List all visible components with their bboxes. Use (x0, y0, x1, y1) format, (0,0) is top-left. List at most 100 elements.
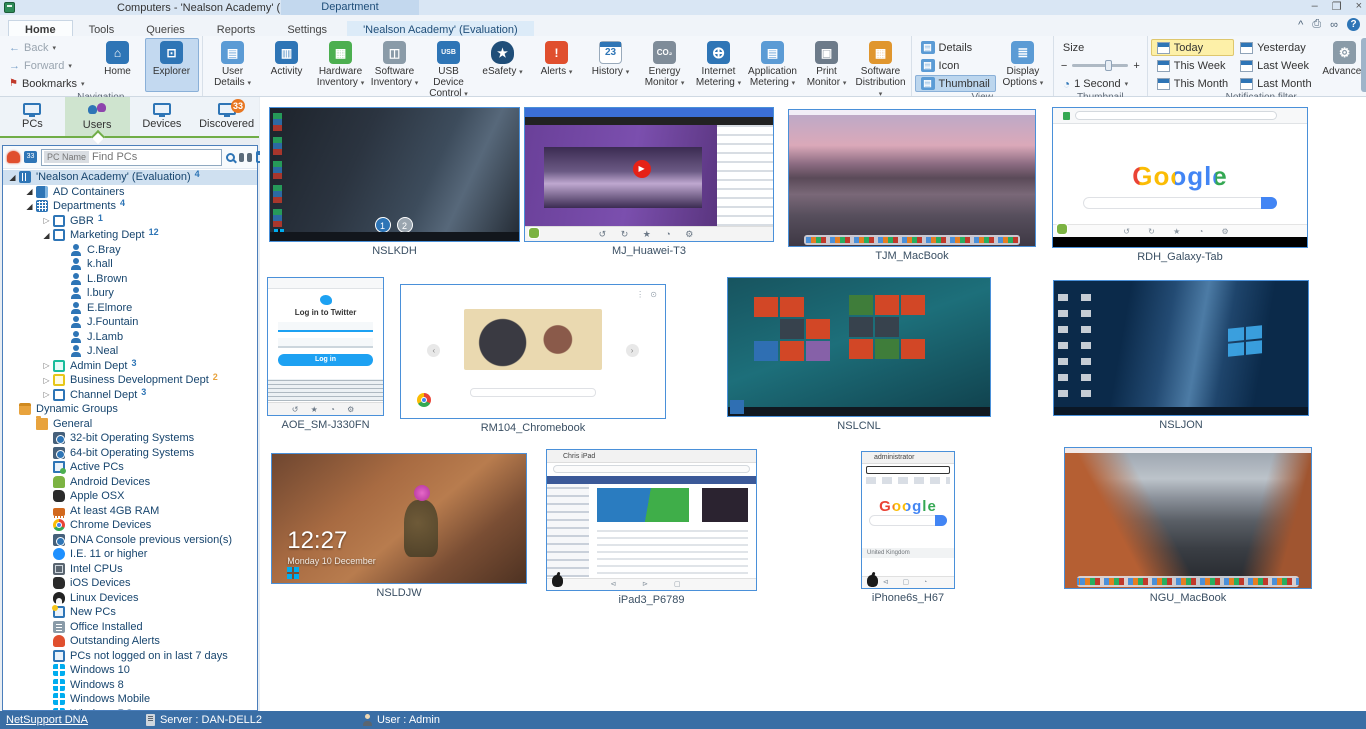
interval-dropdown[interactable]: ◔ 1 Second ▾ (1057, 75, 1144, 92)
find-pcs-field[interactable]: PC Name (41, 149, 222, 166)
ribbon-button[interactable]: ▣ Print Monitor ▾ (800, 38, 854, 102)
tree-row[interactable]: C.Bray (3, 243, 257, 258)
pc-screen-NSLDJW[interactable]: 12:27 Monday 10 December (271, 453, 527, 584)
tree-row[interactable]: AD Containers (3, 185, 257, 200)
tree-row[interactable]: Admin Dept 3 (3, 359, 257, 374)
tree-row[interactable]: Windows Mobile (3, 692, 257, 707)
date-filter-icon[interactable]: 33 (24, 151, 37, 163)
ribbon-button[interactable]: 23 History ▾ (584, 38, 638, 102)
home-button[interactable]: ⌂ Home (91, 38, 145, 92)
tree-row[interactable]: Business Development Dept 2 (3, 373, 257, 388)
view-mode-button[interactable]: ▤ Thumbnail (915, 75, 996, 92)
tree-row[interactable]: Marketing Dept 12 (3, 228, 257, 243)
tree-row[interactable]: k.hall (3, 257, 257, 272)
close-button[interactable]: × (1356, 0, 1362, 13)
tree-row[interactable]: Outstanding Alerts (3, 634, 257, 649)
ribbon-button[interactable]: ★ eSafety ▾ (476, 38, 530, 102)
back-button[interactable]: ←Back▾ (3, 39, 91, 56)
print-icon[interactable]: ⎙ (1312, 18, 1321, 31)
tree-row[interactable]: J.Neal (3, 344, 257, 359)
ribbon-button[interactable]: ▤ User Details ▾ (206, 38, 260, 102)
ribbon-button[interactable]: USB USB Device Control ▾ (422, 38, 476, 102)
pc-screen-RDH_Galaxy-Tab[interactable]: Google ↺ ↻ ★ ◔ ⚙ (1052, 107, 1308, 248)
notification-filter-button[interactable]: Last Month (1234, 75, 1317, 92)
monitor-2-badge[interactable]: 2 (397, 217, 413, 233)
notification-filter-button[interactable]: Today (1151, 39, 1234, 56)
mode-tab[interactable]: Users (65, 97, 130, 136)
size-plus-button[interactable]: + (1133, 60, 1139, 72)
expander-icon[interactable] (41, 361, 52, 370)
expander-icon[interactable] (24, 187, 35, 196)
tree-row[interactable]: New PCs (3, 605, 257, 620)
collapse-ribbon-icon[interactable]: ^ (1298, 19, 1303, 31)
expander-icon[interactable] (24, 202, 35, 211)
help-icon[interactable]: ? (1347, 18, 1360, 31)
forward-button[interactable]: →Forward▾ (3, 57, 91, 74)
mode-tab[interactable]: Discovered 33 (194, 97, 259, 136)
view-mode-button[interactable]: ▤ Icon (915, 57, 996, 74)
find-pcs-input[interactable] (92, 151, 219, 163)
pc-screen-NSLKDH[interactable]: 1 2 (269, 107, 520, 242)
advanced-button[interactable]: ⚙ Advanced (1318, 38, 1366, 92)
tree-row[interactable]: J.Fountain (3, 315, 257, 330)
expander-icon[interactable] (7, 173, 18, 182)
notification-filter-button[interactable]: This Month (1151, 75, 1234, 92)
bookmarks-button[interactable]: ⚑Bookmarks▾ (3, 75, 91, 92)
ribbon-button[interactable]: ! Alerts ▾ (530, 38, 584, 102)
tree-row[interactable]: l.bury (3, 286, 257, 301)
size-slider[interactable] (1072, 64, 1128, 67)
ribbon-scrollbar[interactable] (1361, 38, 1366, 92)
size-slider-thumb[interactable] (1105, 60, 1112, 71)
alerts-filter-icon[interactable] (7, 151, 20, 163)
notification-filter-button[interactable]: This Week (1151, 57, 1234, 74)
expander-icon[interactable] (41, 390, 52, 399)
tree-row[interactable]: L.Brown (3, 272, 257, 287)
netsupport-dna-link[interactable]: NetSupport DNA (6, 714, 88, 726)
tree-row[interactable]: I.E. 11 or higher (3, 547, 257, 562)
ribbon-button[interactable]: ⊕ Internet Metering ▾ (692, 38, 746, 102)
tree-row[interactable]: Android Devices (3, 475, 257, 490)
search-icon[interactable] (226, 153, 235, 162)
view-mode-button[interactable]: ▤ Details (915, 39, 996, 56)
tree-row[interactable]: E.Elmore (3, 301, 257, 316)
tree-row[interactable]: Dynamic Groups (3, 402, 257, 417)
notification-filter-button[interactable]: Last Week (1234, 57, 1317, 74)
pc-screen-TJM_MacBook[interactable] (788, 109, 1036, 247)
monitor-1-badge[interactable]: 1 (375, 217, 391, 233)
tree-row[interactable]: Windows 10 (3, 663, 257, 678)
ribbon-button[interactable]: ◫ Software Inventory ▾ (368, 38, 422, 102)
tree-row[interactable]: Departments 4 (3, 199, 257, 214)
tree-row[interactable]: At least 4GB RAM (3, 504, 257, 519)
tree-row[interactable]: J.Lamb (3, 330, 257, 345)
expander-icon[interactable] (41, 231, 52, 240)
pc-screen-RM104_Chromebook[interactable]: ⋮ ⊙ ‹ › (400, 284, 666, 419)
tree-row[interactable]: Channel Dept 3 (3, 388, 257, 403)
ribbon-button[interactable]: ▦ Software Distribution ▾ (854, 38, 908, 102)
tree-row[interactable]: PCs not logged on in last 7 days (3, 649, 257, 664)
display-options-button[interactable]: ≣ Display Options ▾ (996, 38, 1050, 92)
pc-screen-NSLJON[interactable] (1053, 280, 1309, 416)
tree-row[interactable]: Chrome Devices (3, 518, 257, 533)
expander-icon[interactable] (41, 376, 52, 385)
pc-screen-iPad3_P6789[interactable]: Chris iPad ⊲ ⊳ ▢ (546, 449, 757, 591)
tree-row[interactable]: General (3, 417, 257, 432)
mode-tab[interactable]: Devices (130, 97, 195, 136)
tree-row[interactable]: Intel CPUs (3, 562, 257, 577)
tree-row[interactable]: iOS Devices (3, 576, 257, 591)
tree-row[interactable]: DNA Console previous version(s) (3, 533, 257, 548)
notification-filter-button[interactable]: Yesterday (1234, 39, 1317, 56)
pc-screen-NGU_MacBook[interactable] (1064, 447, 1312, 589)
tree-row[interactable]: Active PCs (3, 460, 257, 475)
explorer-button[interactable]: ⊡ Explorer (145, 38, 199, 92)
tree-row[interactable]: 64-bit Operating Systems (3, 446, 257, 461)
tree-row[interactable]: Windows PCs (3, 707, 257, 711)
pc-screen-iPhone6s_H67[interactable]: administrator Google United Kingdom ⊲ ▢ … (861, 451, 955, 589)
tree-row[interactable]: Apple OSX (3, 489, 257, 504)
tree-row[interactable]: Linux Devices (3, 591, 257, 606)
pc-screen-NSLCNL[interactable] (727, 277, 991, 417)
pc-screen-AOE_SM-J330FN[interactable]: Log in to Twitter Log in ↺ ★ ◔ ⚙ (267, 277, 384, 416)
tree-row[interactable]: Office Installed (3, 620, 257, 635)
size-minus-button[interactable]: − (1061, 60, 1067, 72)
ribbon-button[interactable]: ▥ Activity (260, 38, 314, 102)
tree-row[interactable]: Windows 8 (3, 678, 257, 693)
